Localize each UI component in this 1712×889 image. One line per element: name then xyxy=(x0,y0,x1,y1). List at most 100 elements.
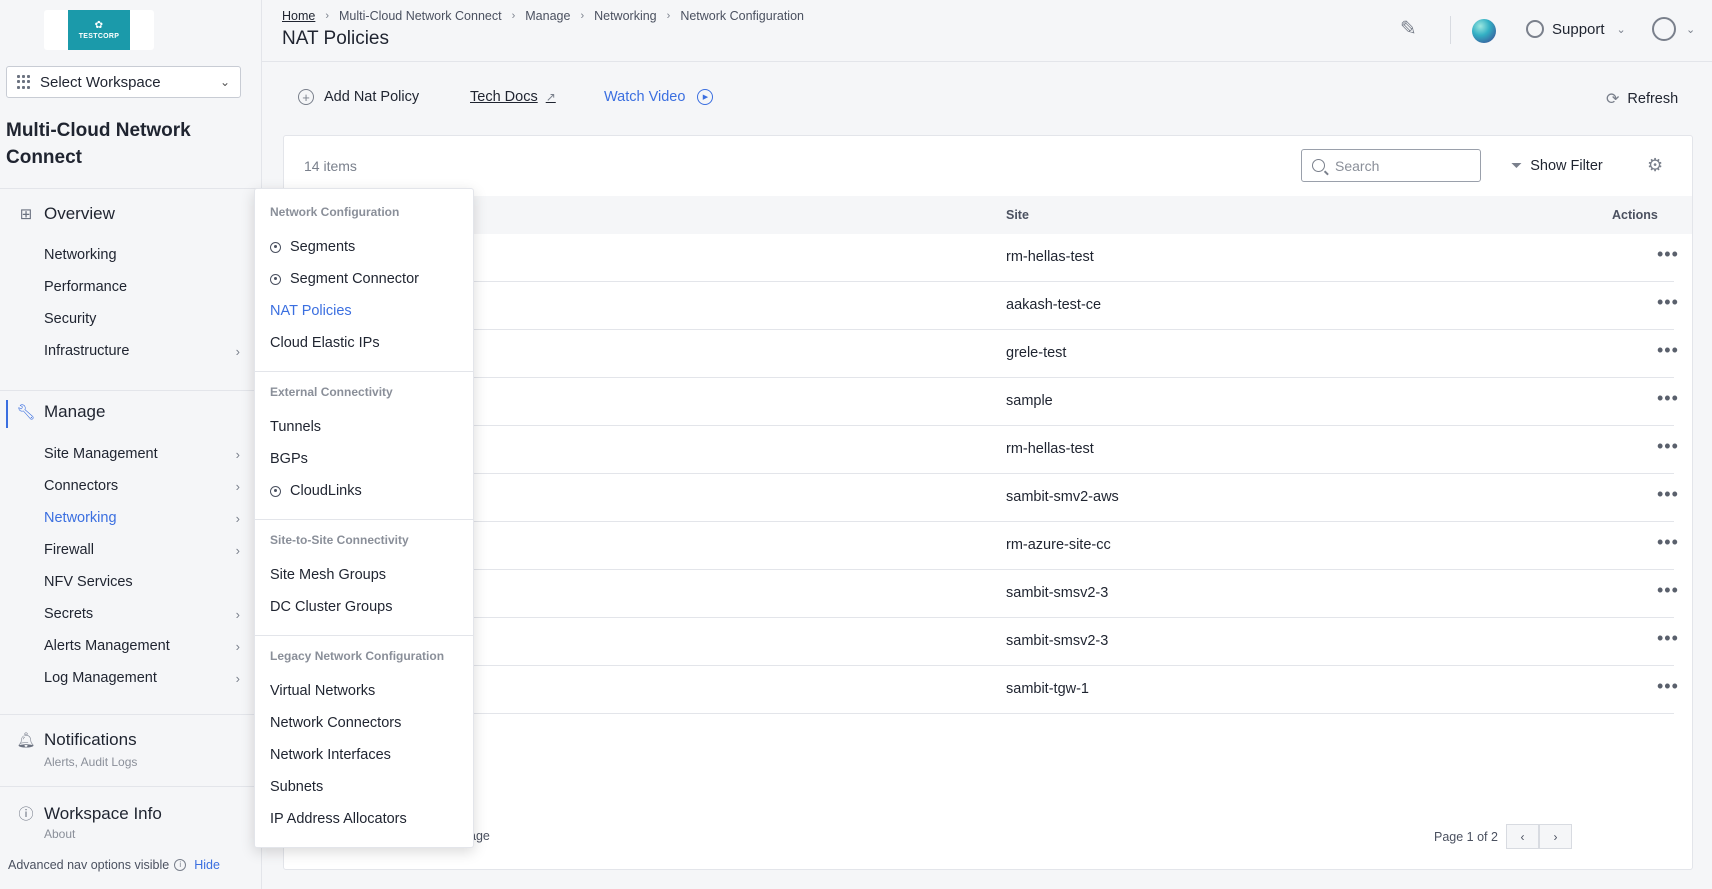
sidebar-item-firewall[interactable]: Firewall › xyxy=(44,540,240,560)
table-row[interactable]: al-100rm-hellas-test••• xyxy=(304,234,1678,282)
section-label: Manage xyxy=(44,402,106,421)
flyout-item-network-interfaces[interactable]: Network Interfaces xyxy=(270,747,391,763)
site-cell: grele-test xyxy=(1006,345,1067,361)
divider xyxy=(255,635,473,636)
table-row[interactable]: sample ••• xyxy=(304,378,1678,426)
table-row[interactable]: -pvt-image-1rm-hellas-test••• xyxy=(304,426,1678,474)
tech-docs-link[interactable]: Tech Docs ↗ xyxy=(470,89,556,105)
table-row[interactable]: t-policy-4sambit-smsv2-3••• xyxy=(304,618,1678,666)
flyout-item-dc-cluster-groups[interactable]: DC Cluster Groups xyxy=(270,599,392,615)
breadcrumb-item[interactable]: Networking xyxy=(594,9,657,23)
more-actions-icon[interactable]: ••• xyxy=(1657,580,1679,601)
divider xyxy=(255,371,473,372)
flyout-item-subnets[interactable]: Subnets xyxy=(270,779,323,795)
logo-mark: ✿ TESTCORP xyxy=(68,10,130,50)
flyout-heading: External Connectivity xyxy=(270,385,393,399)
sidebar-item-infrastructure[interactable]: Infrastructure › xyxy=(44,341,240,361)
apps-grid-icon xyxy=(17,75,31,89)
sidebar-item-secrets[interactable]: Secrets › xyxy=(44,604,240,624)
flyout-item-label: Subnets xyxy=(270,779,324,795)
prev-page-button[interactable]: ‹ xyxy=(1505,824,1539,849)
sidebar-section-manage[interactable]: 🔧︎ Manage xyxy=(16,402,105,422)
search-box[interactable] xyxy=(1301,149,1481,182)
flyout-item-label: CloudLinks xyxy=(290,483,362,499)
sidebar-item-alerts-management[interactable]: Alerts Management › xyxy=(44,636,240,656)
add-nat-policy-button[interactable]: + Add Nat Policy xyxy=(298,89,419,105)
flyout-item-site-mesh-groups[interactable]: Site Mesh Groups xyxy=(270,567,386,583)
search-input[interactable] xyxy=(1335,157,1465,174)
column-header-site[interactable]: Site xyxy=(1006,208,1029,222)
divider xyxy=(0,390,262,391)
user-icon xyxy=(1652,17,1676,41)
sidebar-item-networking[interactable]: Networking xyxy=(44,245,240,265)
table-row[interactable]: -01-localaakash-test-ce••• xyxy=(304,282,1678,330)
section-label: Notifications xyxy=(44,730,137,749)
flyout-item-cloud-elastic-ips[interactable]: Cloud Elastic IPs xyxy=(270,335,380,351)
chevron-right-icon: › xyxy=(1553,829,1558,844)
flyout-item-tunnels[interactable]: Tunnels xyxy=(270,419,321,435)
flyout-item-segments[interactable]: Segments xyxy=(270,239,355,255)
flyout-item-network-connectors[interactable]: Network Connectors xyxy=(270,715,401,731)
site-cell: sambit-smsv2-3 xyxy=(1006,633,1109,649)
sidebar-section-workspace-info[interactable]: ⓘ Workspace Info xyxy=(16,803,161,824)
refresh-icon: ⟳ xyxy=(1606,91,1620,108)
items-count: 14 items xyxy=(304,158,357,174)
more-actions-icon[interactable]: ••• xyxy=(1657,436,1679,457)
sidebar-item-label: NFV Services xyxy=(44,574,133,590)
chevron-right-icon: › xyxy=(666,10,671,22)
more-actions-icon[interactable]: ••• xyxy=(1657,676,1679,697)
more-actions-icon[interactable]: ••• xyxy=(1657,244,1679,265)
company-logo[interactable]: ✿ TESTCORP xyxy=(44,10,154,50)
more-actions-icon[interactable]: ••• xyxy=(1657,388,1679,409)
sidebar-item-site-management[interactable]: Site Management › xyxy=(44,444,240,464)
sidebar-section-notifications[interactable]: 🔔︎ Notifications xyxy=(16,730,137,750)
section-label: Overview xyxy=(44,204,115,223)
sidebar-item-log-management[interactable]: Log Management › xyxy=(44,668,240,688)
sidebar-item-networking[interactable]: Networking › xyxy=(44,508,240,528)
breadcrumb-item[interactable]: Home xyxy=(282,9,315,23)
table-row[interactable]: 1grele-test••• xyxy=(304,330,1678,378)
nat-policies-table-card: 14 items ⏷ Show Filter ⚙ Site Actions al… xyxy=(283,135,1693,870)
flyout-item-cloudlinks[interactable]: CloudLinks xyxy=(270,483,362,499)
info-icon[interactable]: i xyxy=(174,859,187,871)
more-actions-icon[interactable]: ••• xyxy=(1657,532,1679,553)
chevron-right-icon: › xyxy=(235,343,240,359)
hide-link[interactable]: Hide xyxy=(194,858,220,872)
search-icon xyxy=(1312,159,1325,172)
flyout-item-virtual-networks[interactable]: Virtual Networks xyxy=(270,683,375,699)
flyout-item-segment-connector[interactable]: Segment Connector xyxy=(270,271,419,287)
more-actions-icon[interactable]: ••• xyxy=(1657,484,1679,505)
table-row[interactable]: t-policy-3sambit-smsv2-3••• xyxy=(304,570,1678,618)
next-page-button[interactable]: › xyxy=(1538,824,1572,849)
flyout-item-bgps[interactable]: BGPs xyxy=(270,451,308,467)
sidebar-item-nfv-services[interactable]: NFV Services xyxy=(44,572,240,592)
more-actions-icon[interactable]: ••• xyxy=(1657,292,1679,313)
sidebar-section-overview[interactable]: ⊞ Overview xyxy=(16,204,115,224)
globe-avatar-icon[interactable] xyxy=(1472,19,1496,43)
support-menu[interactable]: Support ⌄ xyxy=(1526,20,1626,38)
more-actions-icon[interactable]: ••• xyxy=(1657,340,1679,361)
flyout-item-nat-policies[interactable]: NAT Policies xyxy=(270,303,352,319)
show-filter-button[interactable]: ⏷ Show Filter xyxy=(1511,157,1603,174)
gear-icon[interactable]: ⚙ xyxy=(1647,155,1663,176)
info-icon: ⓘ xyxy=(18,806,34,823)
flyout-item-ip-address-allocators[interactable]: IP Address Allocators xyxy=(270,811,407,827)
breadcrumb-item[interactable]: Manage xyxy=(525,9,570,23)
breadcrumb-item[interactable]: Multi-Cloud Network Connect xyxy=(339,9,502,23)
dashboard-grid-icon: ⊞ xyxy=(19,206,33,223)
table-row[interactable]: rm-azure-site-cc ••• xyxy=(304,522,1678,570)
refresh-button[interactable]: ⟳ Refresh xyxy=(1606,89,1678,109)
user-menu[interactable]: ⌄ xyxy=(1652,17,1695,41)
watch-video-link[interactable]: Watch Video ▶ xyxy=(604,89,714,105)
sidebar-item-connectors[interactable]: Connectors › xyxy=(44,476,240,496)
sidebar-item-label: Alerts Management xyxy=(44,638,170,654)
more-actions-icon[interactable]: ••• xyxy=(1657,628,1679,649)
pencil-icon[interactable]: ✎ xyxy=(1400,16,1424,40)
workspace-select[interactable]: Select Workspace ⌄ xyxy=(6,66,241,98)
sidebar-item-performance[interactable]: Performance xyxy=(44,277,240,297)
sidebar-item-security[interactable]: Security xyxy=(44,309,240,329)
table-row[interactable]: t-policy-5sambit-tgw-1••• xyxy=(304,666,1678,714)
external-link-icon: ↗ xyxy=(545,90,556,104)
table-row[interactable]: sambit-smv2-aws ••• xyxy=(304,474,1678,522)
chevron-right-icon: › xyxy=(325,10,330,22)
